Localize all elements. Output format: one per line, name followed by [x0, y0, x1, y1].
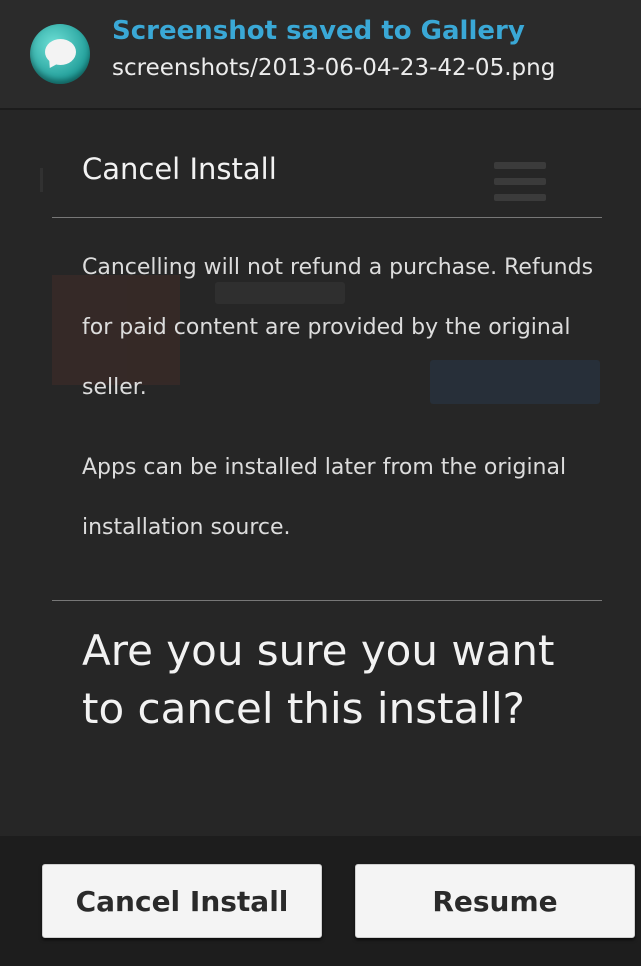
notification-subtitle: screenshots/2013-06-04-23-42-05.png: [112, 55, 556, 81]
dialog-title: Cancel Install: [82, 152, 277, 186]
install-later-text: Apps can be installed later from the ori…: [82, 455, 567, 540]
back-chevron-icon: [40, 168, 57, 192]
button-bar: Cancel Install Resume: [0, 836, 641, 966]
body-divider: [52, 600, 602, 601]
cancel-install-button[interactable]: Cancel Install: [42, 864, 322, 938]
menu-icon: [494, 162, 546, 202]
refund-notice-text: Cancelling will not refund a purchase. R…: [82, 255, 594, 400]
resume-button[interactable]: Resume: [355, 864, 635, 938]
screen: Screenshot saved to Gallery screenshots/…: [0, 0, 641, 966]
confirmation-question: Are you sure you want to cancel this ins…: [82, 626, 555, 733]
message-bubble-icon: [30, 24, 90, 84]
notification-title: Screenshot saved to Gallery: [112, 16, 525, 46]
notification-banner[interactable]: Screenshot saved to Gallery screenshots/…: [0, 0, 641, 110]
title-divider: [52, 217, 602, 218]
